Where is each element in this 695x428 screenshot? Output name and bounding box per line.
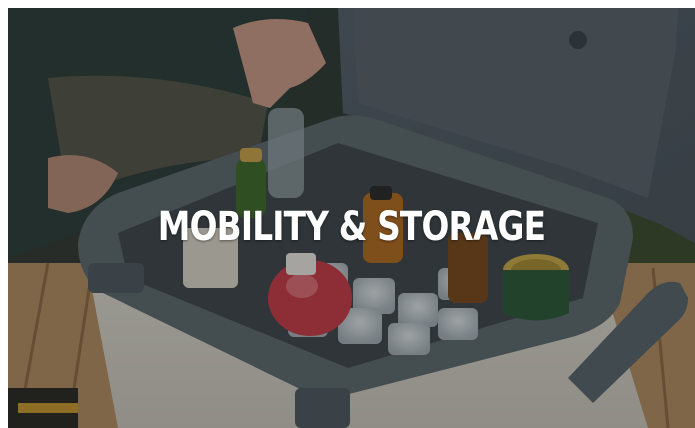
tile-caption[interactable]: MOBILITY & STORAGE [70, 204, 633, 250]
category-tile-mobility-storage[interactable]: MOBILITY & STORAGE [8, 8, 695, 428]
page-frame: MOBILITY & STORAGE [0, 0, 695, 428]
